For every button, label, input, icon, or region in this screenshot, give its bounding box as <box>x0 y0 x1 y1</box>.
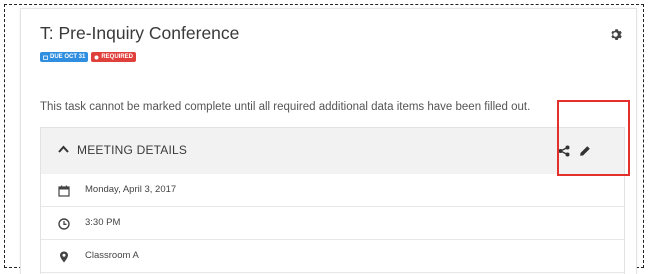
meeting-details-panel: MEETING DETAILS Monday, April 3, 2017 3:… <box>40 127 625 274</box>
meeting-date-row: Monday, April 3, 2017 <box>41 174 624 207</box>
gear-icon[interactable] <box>608 27 622 41</box>
meeting-time-row: 3:30 PM <box>41 207 624 240</box>
meeting-time: 3:30 PM <box>85 217 121 228</box>
meeting-location: Classroom A <box>85 250 139 261</box>
meeting-date: Monday, April 3, 2017 <box>85 184 177 195</box>
due-badge-label: DUE OCT 31 <box>50 53 86 60</box>
task-title: T: Pre-Inquiry Conference <box>40 23 240 43</box>
annotation-highlight-box <box>557 100 630 176</box>
chevron-up-icon[interactable] <box>57 143 69 155</box>
completion-notice: This task cannot be marked complete unti… <box>40 101 531 113</box>
required-badge-label: REQUIRED <box>101 53 134 60</box>
meeting-details-header[interactable]: MEETING DETAILS <box>41 128 624 175</box>
required-badge: REQUIRED <box>91 52 137 62</box>
alert-icon <box>94 55 99 59</box>
task-badges: DUE OCT 31 REQUIRED <box>40 52 137 62</box>
calendar-icon <box>43 55 48 60</box>
map-marker-icon <box>58 250 70 263</box>
calendar-icon <box>58 184 70 197</box>
clock-icon <box>58 217 70 230</box>
due-badge: DUE OCT 31 <box>40 52 89 62</box>
task-card: T: Pre-Inquiry Conference DUE OCT 31 REQ… <box>20 8 637 274</box>
meeting-location-row: Classroom A <box>41 240 624 273</box>
meeting-details-label: MEETING DETAILS <box>77 143 188 157</box>
